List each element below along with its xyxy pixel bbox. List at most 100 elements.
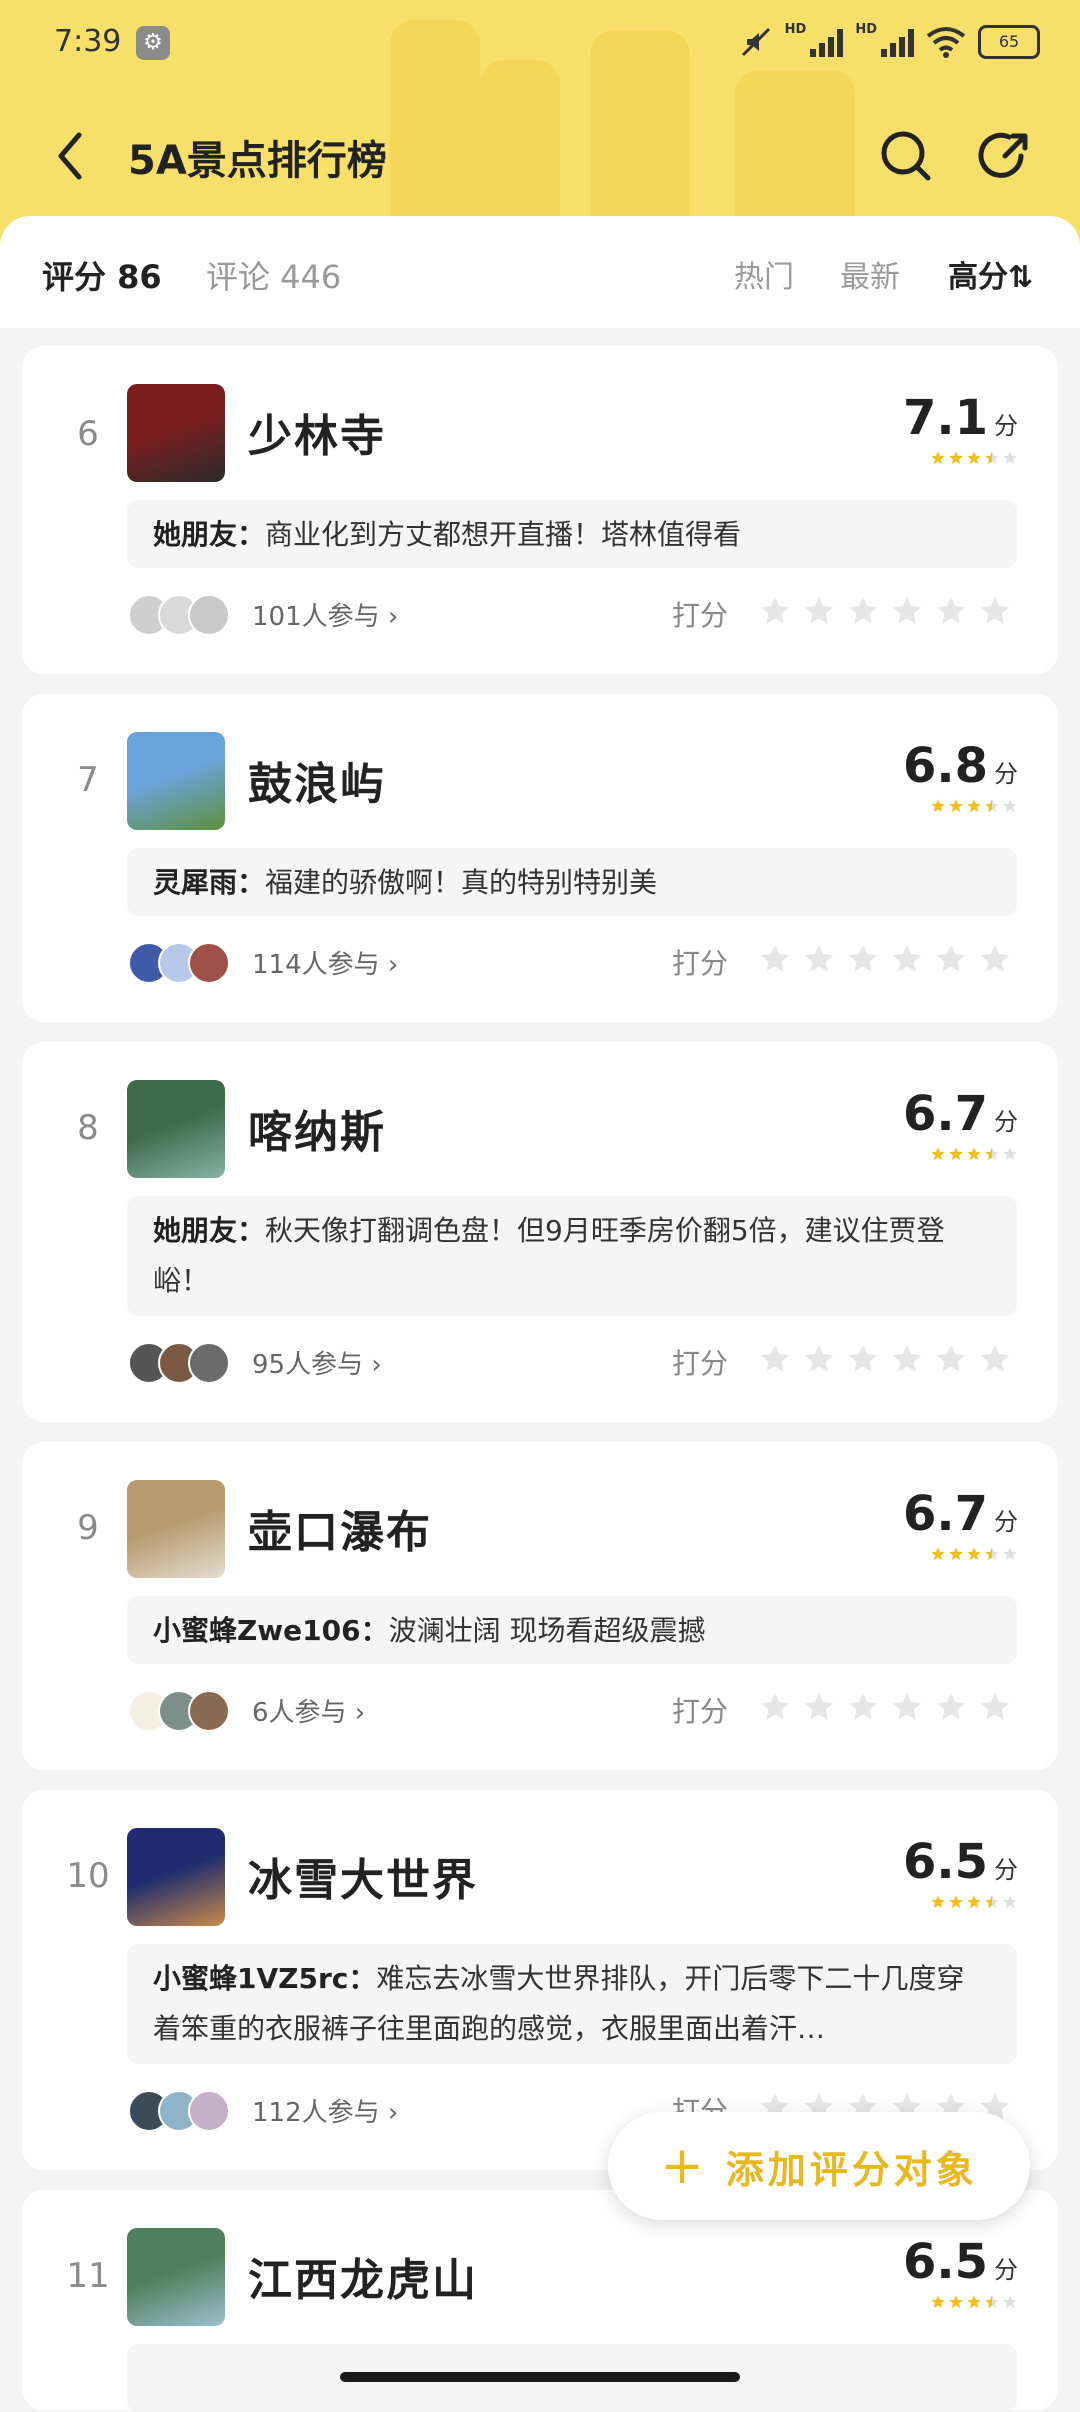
star-filled-icon xyxy=(949,1895,963,1908)
tab-high-score[interactable]: 高分⇅ xyxy=(948,252,1033,296)
rate-star-icon[interactable] xyxy=(802,1342,836,1376)
rate-star-icon[interactable] xyxy=(846,942,880,976)
star-half-icon xyxy=(985,2295,999,2308)
star-filled-icon xyxy=(931,1147,945,1160)
score-unit: 分 xyxy=(994,1108,1018,1136)
list-item[interactable]: 7 鼓浪屿 6.8 分 灵犀雨：福建的骄傲啊！真的特别特别美 114人参与 › 打… xyxy=(22,694,1058,1022)
rank-number: 6 xyxy=(77,414,99,454)
status-time: 7:39 xyxy=(54,24,122,59)
rate-stars[interactable] xyxy=(758,942,1012,976)
spot-thumbnail[interactable] xyxy=(127,2228,225,2326)
rate-star-icon[interactable] xyxy=(934,594,968,628)
rate-star-icon[interactable] xyxy=(846,1342,880,1376)
spot-name[interactable]: 喀纳斯 xyxy=(248,1096,386,1160)
back-button[interactable] xyxy=(40,126,100,186)
rate-star-icon[interactable] xyxy=(802,942,836,976)
score: 7.1 分 xyxy=(903,390,1018,446)
spot-thumbnail[interactable] xyxy=(127,1828,225,1926)
list-item[interactable]: 9 壶口瀑布 6.7 分 小蜜蜂Zwe106：波澜壮阔 现场看超级震撼 6人参与 … xyxy=(22,1442,1058,1770)
participants-link[interactable]: 114人参与 › xyxy=(252,944,398,981)
rate-label: 打分 xyxy=(672,599,729,632)
status-icons: HD HD 65 xyxy=(739,22,1040,62)
participants-link[interactable]: 101人参与 › xyxy=(252,596,398,633)
tab-latest[interactable]: 最新 xyxy=(840,252,900,296)
wifi-icon xyxy=(926,27,966,58)
add-rating-target-label: 添加评分对象 xyxy=(725,2147,978,2192)
rate-star-icon[interactable] xyxy=(802,594,836,628)
star-filled-icon xyxy=(967,2295,981,2308)
score-stars xyxy=(930,2294,1018,2310)
rate-star-icon[interactable] xyxy=(802,1690,836,1724)
score: 6.5 分 xyxy=(903,1834,1018,1890)
spot-thumbnail[interactable] xyxy=(127,732,225,830)
tab-hot[interactable]: 热门 xyxy=(734,252,794,296)
score-value: 6.5 xyxy=(902,2234,988,2290)
participants-link[interactable]: 95人参与 › xyxy=(252,1344,382,1381)
rate-stars[interactable] xyxy=(758,1342,1012,1376)
spot-thumbnail[interactable] xyxy=(127,384,225,482)
participants-link[interactable]: 6人参与 › xyxy=(252,1692,365,1729)
rate-star-icon[interactable] xyxy=(758,594,792,628)
participant-avatars xyxy=(128,2090,230,2132)
chevron-left-icon xyxy=(58,132,82,180)
star-filled-icon xyxy=(949,1547,963,1560)
participant-avatars xyxy=(128,594,230,636)
add-rating-target-button[interactable]: + 添加评分对象 xyxy=(608,2112,1030,2220)
list-item[interactable]: 8 喀纳斯 6.7 分 她朋友：秋天像打翻调色盘！但9月旺季房价翻5倍，建议住贾登… xyxy=(22,1042,1058,1422)
star-filled-icon xyxy=(967,1147,981,1160)
rate-star-icon[interactable] xyxy=(934,942,968,976)
spot-name[interactable]: 鼓浪屿 xyxy=(248,748,386,812)
participants-link[interactable]: 112人参与 › xyxy=(252,2092,398,2129)
star-half-icon xyxy=(985,1147,999,1160)
spot-thumbnail[interactable] xyxy=(127,1080,225,1178)
search-button[interactable] xyxy=(876,126,936,186)
rate-star-icon[interactable] xyxy=(890,1690,924,1724)
rate-star-icon[interactable] xyxy=(890,1342,924,1376)
top-comment[interactable]: 小蜜蜂Zwe106：波澜壮阔 现场看超级震撼 xyxy=(127,1596,1017,1664)
comment-count[interactable]: 评论 446 xyxy=(206,252,341,298)
rate-star-icon[interactable] xyxy=(758,1342,792,1376)
score-unit: 分 xyxy=(994,1508,1018,1536)
rate-stars[interactable] xyxy=(758,1690,1012,1724)
rate-star-icon[interactable] xyxy=(978,942,1012,976)
score-stars xyxy=(930,1546,1018,1562)
rate-star-icon[interactable] xyxy=(978,1342,1012,1376)
star-filled-icon xyxy=(949,1147,963,1160)
rate-star-icon[interactable] xyxy=(934,1690,968,1724)
rate-star-icon[interactable] xyxy=(890,942,924,976)
participant-avatars xyxy=(128,1690,230,1732)
rate-star-icon[interactable] xyxy=(978,594,1012,628)
rate-star-icon[interactable] xyxy=(846,1690,880,1724)
rank-number: 7 xyxy=(77,760,99,800)
score-count[interactable]: 评分 86 xyxy=(42,252,162,298)
rate-star-icon[interactable] xyxy=(758,1690,792,1724)
spot-name[interactable]: 壶口瀑布 xyxy=(248,1496,432,1560)
rate-label: 打分 xyxy=(672,947,729,980)
rate-star-icon[interactable] xyxy=(978,1690,1012,1724)
share-icon xyxy=(978,132,1028,178)
score-value: 7.1 xyxy=(902,390,988,446)
top-comment[interactable]: 灵犀雨：福建的骄傲啊！真的特别特别美 xyxy=(127,848,1017,916)
comment-text: 秋天像打翻调色盘！但9月旺季房价翻5倍，建议住贾登峪！ xyxy=(153,1214,945,1297)
search-icon xyxy=(881,131,931,181)
star-empty-icon xyxy=(1003,1895,1017,1908)
mute-icon xyxy=(741,27,770,57)
home-indicator[interactable] xyxy=(340,2372,740,2382)
top-comment[interactable]: 她朋友：商业化到方丈都想开直播！塔林值得看 xyxy=(127,500,1017,568)
top-comment[interactable]: 小蜜蜂1VZ5rc：难忘去冰雪大世界排队，开门后零下二十几度穿着笨重的衣服裤子往… xyxy=(127,1944,1017,2064)
spot-name[interactable]: 冰雪大世界 xyxy=(248,1844,478,1908)
rate-star-icon[interactable] xyxy=(758,942,792,976)
rate-label: 打分 xyxy=(672,1695,729,1728)
rate-stars[interactable] xyxy=(758,594,1012,628)
share-button[interactable] xyxy=(975,126,1035,186)
top-comment[interactable]: 她朋友：秋天像打翻调色盘！但9月旺季房价翻5倍，建议住贾登峪！ xyxy=(127,1196,1017,1316)
status-bar: 7:39 ⚙ HD HD 65 xyxy=(0,0,1080,90)
spot-name[interactable]: 江西龙虎山 xyxy=(248,2244,478,2308)
list-item[interactable]: 6 少林寺 7.1 分 她朋友：商业化到方丈都想开直播！塔林值得看 101人参与 … xyxy=(22,346,1058,674)
rate-star-icon[interactable] xyxy=(890,594,924,628)
rate-star-icon[interactable] xyxy=(934,1342,968,1376)
rate-star-icon[interactable] xyxy=(846,594,880,628)
spot-thumbnail[interactable] xyxy=(127,1480,225,1578)
avatar xyxy=(188,1690,230,1732)
spot-name[interactable]: 少林寺 xyxy=(248,400,386,464)
